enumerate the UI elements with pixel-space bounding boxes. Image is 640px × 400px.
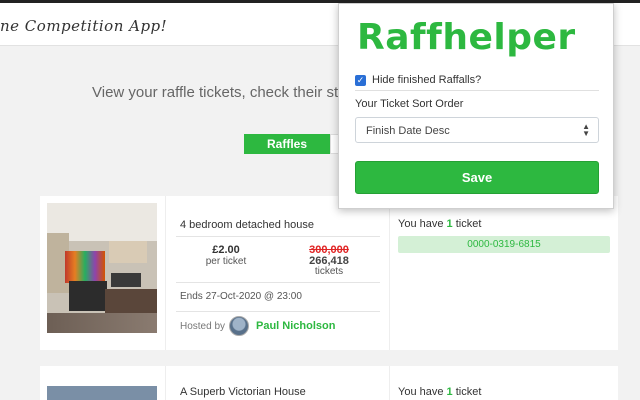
sort-order-label: Your Ticket Sort Order: [355, 98, 464, 110]
raffle-image[interactable]: [47, 386, 157, 400]
raffhelper-popup: Raffhelper ✓ Hide finished Raffalls? You…: [338, 3, 614, 209]
raffle-title[interactable]: 4 bedroom detached house: [180, 219, 314, 231]
avatar: [229, 316, 249, 336]
image-splashback: [65, 251, 105, 283]
raffle-tickets-column: You have 1 ticket: [390, 366, 618, 400]
divider: [176, 236, 380, 237]
you-have-prefix: You have: [398, 386, 444, 398]
ticket-count: 1: [446, 386, 453, 398]
ticket-count: 1: [446, 218, 453, 230]
ticket-word: ticket: [455, 386, 482, 398]
host-name-link[interactable]: Paul Nicholson: [256, 320, 335, 332]
raffle-info-column: 4 bedroom detached house £2.00 per ticke…: [166, 196, 390, 350]
image-oven-upper: [111, 273, 141, 287]
ticket-number-pill: 0000-0319-6815: [398, 236, 610, 253]
divider: [176, 311, 380, 312]
raffle-card: 4 bedroom detached house £2.00 per ticke…: [40, 196, 618, 350]
raffle-info-column: A Superb Victorian House: [166, 366, 390, 400]
raffle-image-column: [40, 196, 166, 350]
raffle-tickets-column: You have 1 ticket 0000-0319-6815: [390, 196, 618, 350]
tickets-label: tickets: [314, 266, 344, 277]
hosted-by-label: Hosted by: [180, 321, 226, 332]
end-date: Ends 27-Oct-2020 @ 23:00: [180, 291, 302, 302]
image-cabinet-top: [109, 241, 147, 263]
ticket-price-sub: per ticket: [205, 256, 247, 267]
sort-order-select[interactable]: Finish Date Desc ▲ ▼: [355, 117, 599, 143]
hide-finished-row: ✓ Hide finished Raffalls?: [355, 74, 481, 86]
page-tagline: View your raffle tickets, check their st…: [92, 84, 367, 101]
hide-finished-checkbox[interactable]: ✓: [355, 74, 366, 86]
raffle-image[interactable]: [47, 203, 157, 333]
select-caret-icon: ▲ ▼: [582, 122, 590, 138]
ticket-price: £2.00: [212, 244, 240, 256]
tab-bar: Raffles: [244, 134, 344, 154]
image-oven: [69, 281, 107, 311]
ticket-summary: You have 1 ticket: [398, 386, 481, 398]
tab-raffles[interactable]: Raffles: [244, 134, 330, 154]
ticket-summary: You have 1 ticket: [398, 218, 481, 230]
you-have-prefix: You have: [398, 218, 444, 230]
sort-order-value: Finish Date Desc: [366, 125, 450, 137]
divider: [355, 90, 599, 91]
image-floor: [47, 313, 157, 333]
hide-finished-label[interactable]: Hide finished Raffalls?: [372, 74, 481, 86]
raffle-card: A Superb Victorian House You have 1 tick…: [40, 366, 618, 400]
ticket-word: ticket: [455, 218, 482, 230]
app-title: ne Competition App!: [0, 17, 168, 35]
raffle-image-column: [40, 366, 166, 400]
raffle-title[interactable]: A Superb Victorian House: [180, 386, 306, 398]
divider: [176, 282, 380, 283]
raffhelper-logo: Raffhelper: [357, 17, 576, 58]
save-button[interactable]: Save: [355, 161, 599, 194]
